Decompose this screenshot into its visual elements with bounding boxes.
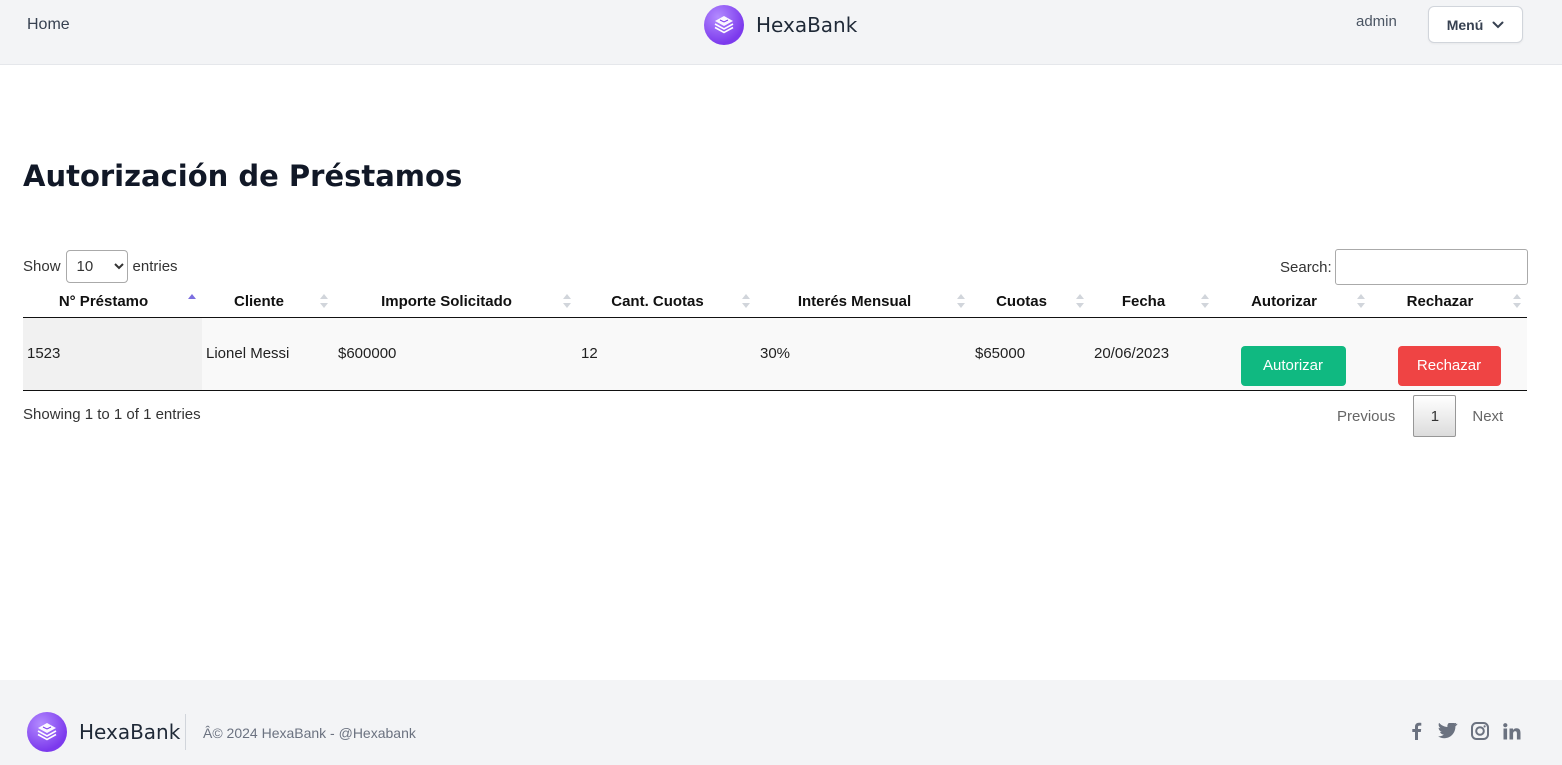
menu-dropdown-button[interactable]: Menú xyxy=(1428,6,1523,43)
loans-table-container: N° Préstamo Cliente Importe Solicitado C… xyxy=(23,286,1527,391)
brand[interactable]: HexaBank xyxy=(704,4,857,45)
column-label: Rechazar xyxy=(1406,292,1474,310)
table-row: 1523 Lionel Messi $600000 12 30% $65000 … xyxy=(23,317,1527,391)
cell-cliente: Lionel Messi xyxy=(202,317,334,391)
column-label: Autorizar xyxy=(1251,292,1317,310)
brand-name: HexaBank xyxy=(756,12,858,37)
entries-select[interactable]: 10 xyxy=(65,249,128,283)
table-header-row: N° Préstamo Cliente Importe Solicitado C… xyxy=(23,286,1527,318)
column-header-interes[interactable]: Interés Mensual xyxy=(756,286,971,318)
twitter-icon[interactable] xyxy=(1438,721,1458,741)
hexabank-logo-icon xyxy=(27,712,67,752)
search-input[interactable] xyxy=(1334,249,1528,285)
sort-icon xyxy=(1513,294,1521,308)
column-label: N° Préstamo xyxy=(58,292,149,310)
column-label: Cant. Cuotas xyxy=(611,292,704,310)
chevron-down-icon xyxy=(1492,21,1504,28)
page-button-1[interactable]: 1 xyxy=(1413,395,1457,437)
cell-numero: 1523 xyxy=(23,317,202,391)
sort-icon xyxy=(1357,294,1365,308)
sort-icon xyxy=(1076,294,1084,308)
sort-icon xyxy=(742,294,750,308)
footer-divider xyxy=(185,714,186,750)
previous-page-button[interactable]: Previous xyxy=(1325,408,1407,425)
cell-rechazar: Rechazar xyxy=(1371,317,1527,391)
authorize-button[interactable]: Autorizar xyxy=(1240,345,1346,386)
pagination: Previous 1 Next xyxy=(1325,395,1515,437)
footer-copyright: Â© 2024 HexaBank - @Hexabank xyxy=(203,725,416,741)
loans-table: N° Préstamo Cliente Importe Solicitado C… xyxy=(23,286,1527,391)
column-header-cliente[interactable]: Cliente xyxy=(202,286,334,318)
cell-autorizar: Autorizar xyxy=(1215,317,1371,391)
cell-importe: $600000 xyxy=(334,317,577,391)
hexabank-logo-icon xyxy=(704,4,744,45)
menu-label: Menú xyxy=(1446,16,1484,33)
instagram-icon[interactable] xyxy=(1470,721,1490,741)
cell-fecha: 20/06/2023 xyxy=(1090,317,1215,391)
current-user: admin xyxy=(1356,13,1397,30)
footer-brand-name: HexaBank xyxy=(79,720,181,744)
page-footer: HexaBank Â© 2024 HexaBank - @Hexabank xyxy=(0,680,1562,765)
column-label: Importe Solicitado xyxy=(381,292,512,310)
entries-length-control: Show 10 entries xyxy=(23,249,178,283)
column-header-rechazar[interactable]: Rechazar xyxy=(1371,286,1527,318)
reject-button[interactable]: Rechazar xyxy=(1397,345,1501,386)
column-header-numero[interactable]: N° Préstamo xyxy=(23,286,202,318)
column-header-fecha[interactable]: Fecha xyxy=(1090,286,1215,318)
linkedin-icon[interactable] xyxy=(1502,721,1522,741)
top-navbar: Home HexaBank admin Menú xyxy=(0,0,1562,65)
sort-icon xyxy=(957,294,965,308)
sort-icon xyxy=(320,294,328,308)
search-label: Search: xyxy=(1280,258,1332,276)
cell-interes: 30% xyxy=(756,317,971,391)
column-label: Fecha xyxy=(1121,292,1166,310)
search-control: Search: xyxy=(1280,249,1528,285)
show-label: Show xyxy=(23,257,61,275)
sort-asc-icon xyxy=(188,294,196,308)
column-header-cuotas[interactable]: Cuotas xyxy=(971,286,1090,318)
table-info: Showing 1 to 1 of 1 entries xyxy=(23,406,201,423)
sort-icon xyxy=(1201,294,1209,308)
cell-cuotas: $65000 xyxy=(971,317,1090,391)
social-links xyxy=(1406,721,1522,741)
column-label: Cuotas xyxy=(996,292,1047,310)
footer-brand[interactable]: HexaBank xyxy=(27,712,180,752)
column-header-importe[interactable]: Importe Solicitado xyxy=(334,286,577,318)
page-title: Autorización de Préstamos xyxy=(23,159,463,193)
entries-label: entries xyxy=(132,257,178,275)
column-header-autorizar[interactable]: Autorizar xyxy=(1215,286,1371,318)
facebook-icon[interactable] xyxy=(1406,721,1426,741)
cell-cant-cuotas: 12 xyxy=(577,317,756,391)
column-label: Cliente xyxy=(233,292,284,310)
column-label: Interés Mensual xyxy=(797,292,912,310)
column-header-cant-cuotas[interactable]: Cant. Cuotas xyxy=(577,286,756,318)
next-page-button[interactable]: Next xyxy=(1462,408,1515,425)
nav-home-link[interactable]: Home xyxy=(27,15,70,35)
sort-icon xyxy=(563,294,571,308)
